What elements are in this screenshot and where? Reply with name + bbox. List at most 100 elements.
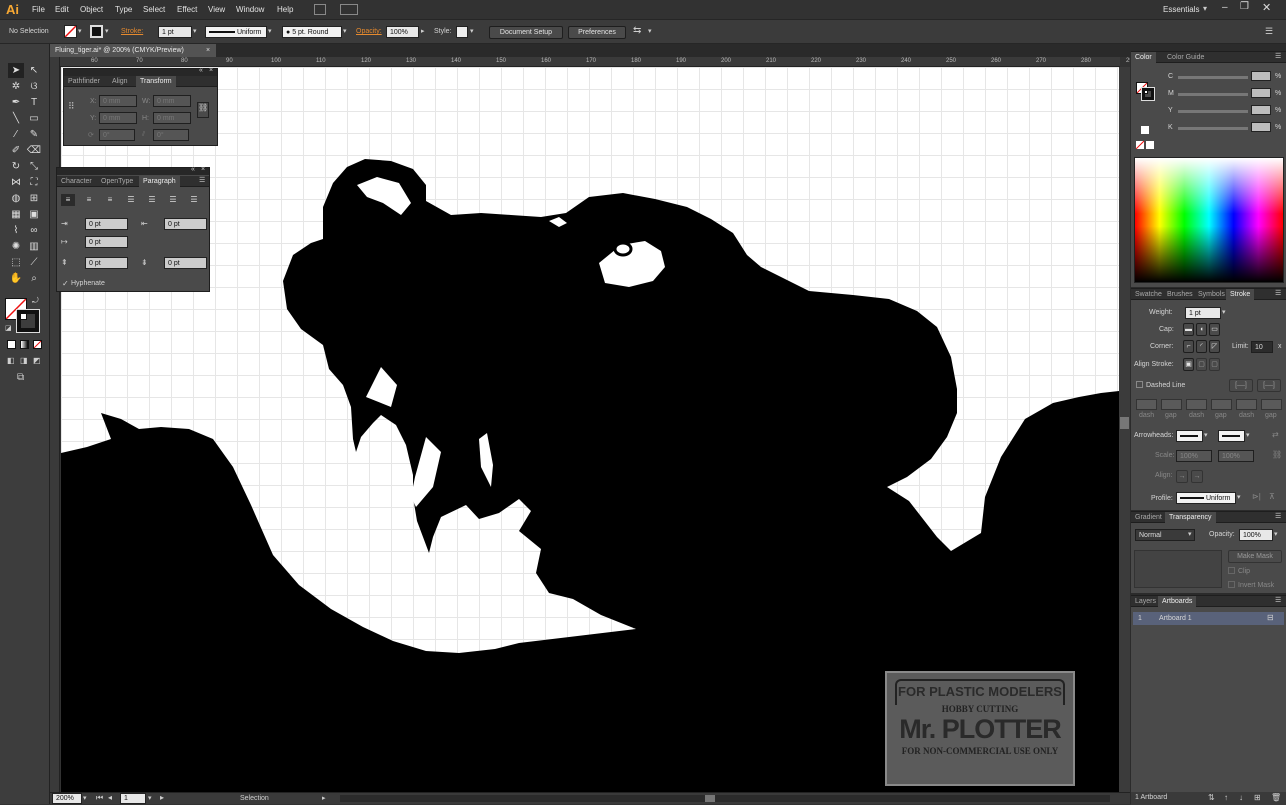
bevel-join-icon[interactable]: ◸ [1209, 340, 1220, 353]
line-tool-icon[interactable]: ╲ [8, 111, 24, 126]
next-artboard-icon[interactable]: ▸ [160, 793, 164, 802]
stroke-weight-field[interactable]: 1 pt [158, 26, 192, 38]
width-tool-icon[interactable]: ⋈ [8, 175, 24, 190]
menu-select[interactable]: Select [143, 5, 165, 14]
move-up-icon[interactable]: ↑ [1224, 793, 1228, 802]
status-menu-icon[interactable]: ▸ [322, 794, 326, 802]
hyphenate-checkbox[interactable]: ✓ [62, 279, 69, 288]
mask-thumbnail-area[interactable] [1134, 550, 1222, 588]
shape-builder-tool-icon[interactable]: ◍ [8, 191, 24, 206]
tab-align[interactable]: Align [108, 76, 132, 87]
clip-checkbox[interactable] [1228, 567, 1235, 574]
default-fill-stroke-icon[interactable]: ◪ [5, 324, 12, 332]
prev-artboard-icon[interactable]: ◂ [108, 793, 112, 802]
justify-center-icon[interactable]: ☰ [145, 194, 159, 206]
white-swatch[interactable] [1141, 126, 1149, 134]
zoom-dropdown-icon[interactable]: ▾ [83, 794, 87, 802]
screen-mode-icon[interactable]: ⧉ [17, 372, 24, 383]
style-dropdown-icon[interactable]: ▾ [470, 27, 474, 35]
arrange-icon[interactable]: ⇆ [633, 25, 641, 36]
end-arrowhead-dropdown-icon[interactable]: ▾ [1246, 431, 1250, 439]
align-left-icon[interactable]: ≡ [61, 194, 75, 206]
artboard-tool-icon[interactable]: ⬚ [8, 255, 24, 270]
stroke-swatch[interactable] [90, 25, 103, 38]
horizontal-ruler[interactable]: 60 70 80 90 100 110 120 130 140 150 160 170 180 190 20… [60, 57, 1136, 67]
align-center-stroke-icon[interactable]: ▣ [1183, 358, 1194, 371]
right-indent-field[interactable]: 0 pt [164, 218, 207, 230]
tab-swatches[interactable]: Swatche [1131, 289, 1166, 300]
graphic-style-swatch[interactable] [456, 26, 468, 38]
column-graph-tool-icon[interactable]: ▥ [26, 239, 42, 254]
close-document-icon[interactable]: × [206, 44, 210, 57]
brush-dropdown-icon[interactable]: ▾ [343, 27, 347, 35]
delete-artboard-icon[interactable]: 🗑 [1271, 793, 1281, 802]
align-outside-stroke-icon[interactable]: ▢ [1209, 358, 1220, 371]
menu-view[interactable]: View [208, 5, 225, 14]
menu-help[interactable]: Help [277, 5, 293, 14]
fill-dropdown-icon[interactable]: ▾ [78, 27, 82, 35]
justify-right-icon[interactable]: ☰ [166, 194, 180, 206]
stroke-dropdown-icon[interactable]: ▾ [105, 27, 109, 35]
artboard-options-icon[interactable]: ⊟ [1267, 613, 1274, 622]
arrow-tip-beyond-icon[interactable]: → [1176, 470, 1188, 483]
align-center-icon[interactable]: ≡ [82, 194, 96, 206]
eyedropper-tool-icon[interactable]: ⌇ [8, 223, 24, 238]
tab-artboards[interactable]: Artboards [1158, 596, 1197, 607]
free-transform-tool-icon[interactable]: ⛶ [26, 175, 42, 190]
opacity-label[interactable]: Opacity: [356, 28, 382, 35]
stroke-label[interactable]: Stroke: [121, 28, 143, 35]
panel-menu-icon[interactable]: ☰ [199, 176, 205, 184]
panel-menu-icon[interactable]: ☰ [1275, 289, 1281, 297]
perspective-grid-tool-icon[interactable]: ⊞ [26, 191, 42, 206]
channel-y-field[interactable] [1251, 105, 1271, 115]
opacity-dropdown-icon[interactable]: ▾ [1274, 530, 1278, 538]
channel-y-slider[interactable] [1178, 110, 1248, 113]
blend-mode-select[interactable]: Normal [1135, 529, 1195, 541]
panel-menu-icon[interactable]: ☰ [1275, 596, 1281, 604]
channel-c-field[interactable] [1251, 71, 1271, 81]
reference-point-icon[interactable]: ⠿ [68, 101, 75, 112]
preserve-dash-icon[interactable]: [‒‒] [1229, 379, 1253, 392]
stroke-color-box[interactable] [16, 309, 40, 333]
tab-opentype[interactable]: OpenType [97, 176, 137, 187]
close-icon[interactable]: ✕ [1262, 1, 1271, 14]
mesh-tool-icon[interactable]: ▦ [8, 207, 24, 222]
transform-panel-header[interactable]: « × [64, 67, 217, 76]
space-after-field[interactable]: 0 pt [164, 257, 207, 269]
zoom-tool-icon[interactable]: ⌕ [26, 271, 42, 286]
menu-file[interactable]: File [32, 5, 45, 14]
document-tab[interactable]: Fluing_tiger.ai* @ 200% (CMYK/Preview) × [50, 44, 216, 57]
menu-effect[interactable]: Effect [177, 5, 197, 14]
white-swatch-small[interactable] [1146, 141, 1154, 149]
link-scale-icon[interactable]: ⛓ [1272, 450, 1282, 459]
make-mask-button[interactable]: Make Mask [1228, 550, 1282, 563]
none-swatch[interactable] [1135, 140, 1145, 150]
butt-cap-icon[interactable]: ▬ [1183, 323, 1194, 336]
magic-wand-tool-icon[interactable]: ✲ [8, 79, 24, 94]
zoom-field[interactable]: 200% [52, 793, 82, 804]
rotate-field[interactable]: 0° [99, 129, 135, 141]
scale-tool-icon[interactable]: ⤡ [26, 159, 42, 174]
artboard-dropdown-icon[interactable]: ▾ [148, 794, 152, 802]
tab-color-guide[interactable]: Color Guide [1163, 52, 1208, 63]
draw-normal-icon[interactable]: ◧ [7, 356, 15, 365]
vertical-scroll-thumb[interactable] [1120, 417, 1129, 429]
preferences-button[interactable]: Preferences [568, 26, 626, 39]
horizontal-scrollbar[interactable] [340, 795, 1110, 802]
menu-type[interactable]: Type [115, 5, 132, 14]
swap-fill-stroke-icon[interactable]: ⤾ [32, 296, 39, 306]
draw-behind-icon[interactable]: ◨ [20, 356, 28, 365]
maximize-icon[interactable]: ❐ [1240, 1, 1249, 12]
align-right-icon[interactable]: ≡ [103, 194, 117, 206]
dash-field-3[interactable] [1236, 399, 1257, 410]
stroke-weight-dropdown-icon[interactable]: ▾ [193, 27, 197, 35]
projecting-cap-icon[interactable]: ▭ [1209, 323, 1220, 336]
channel-m-slider[interactable] [1178, 93, 1248, 96]
color-stroke-box[interactable] [1141, 87, 1155, 101]
opacity-dropdown-icon[interactable]: ▸ [421, 27, 425, 35]
blob-brush-tool-icon[interactable]: ✐ [8, 143, 24, 158]
collapse-panel-icon[interactable]: « [199, 67, 203, 74]
hand-tool-icon[interactable]: ✋ [8, 271, 24, 286]
channel-k-field[interactable] [1251, 122, 1271, 132]
y-field[interactable]: 0 mm [99, 112, 137, 124]
